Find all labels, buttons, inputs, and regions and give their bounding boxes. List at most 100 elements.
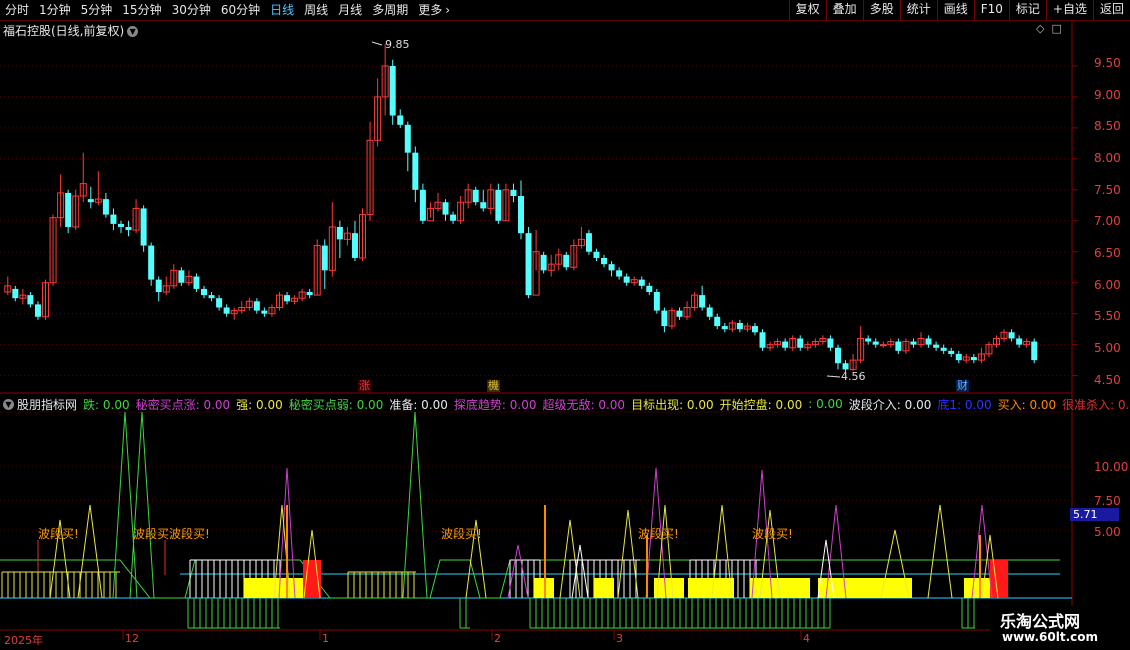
candle-body bbox=[593, 251, 600, 258]
signal-annotation: 波段买! bbox=[638, 527, 679, 541]
indicator-item: 强: 0.00 bbox=[236, 397, 283, 412]
candle-body bbox=[336, 226, 343, 240]
candle-body bbox=[321, 245, 328, 271]
indicator-legend: ▼ 股朋指标网 跌: 0.00 秘密买点涨: 0.00 强: 0.00 秘密买点… bbox=[3, 396, 1130, 412]
price-tick: 4.50 bbox=[1094, 373, 1121, 387]
candle-body bbox=[110, 214, 117, 224]
candle bbox=[774, 338, 782, 348]
candle bbox=[359, 208, 367, 262]
low-marker bbox=[826, 375, 841, 378]
candle bbox=[201, 285, 208, 299]
candle-body bbox=[933, 344, 940, 348]
indicator-name[interactable]: 股朋指标网 bbox=[17, 396, 77, 413]
indicator-item: 目标出现: 0.00 bbox=[631, 397, 714, 412]
candle bbox=[253, 298, 260, 314]
candle bbox=[638, 276, 645, 289]
event-tag-zhang[interactable]: 涨 bbox=[358, 380, 371, 392]
candle bbox=[397, 109, 404, 128]
candle-body bbox=[472, 189, 479, 203]
indicator-tick: 5.00 bbox=[1094, 525, 1121, 539]
candle-body bbox=[87, 199, 94, 203]
candle-body bbox=[699, 295, 706, 308]
candle bbox=[706, 304, 713, 320]
indicator-spike bbox=[129, 411, 155, 599]
candle-body bbox=[510, 189, 517, 197]
diamond-icon[interactable]: ◇ bbox=[1036, 22, 1044, 35]
price-tick: 9.00 bbox=[1094, 88, 1121, 102]
indicator-item: 准备: 0.00 bbox=[389, 397, 448, 412]
current-value-badge: 5.71 bbox=[1070, 508, 1119, 521]
candle-body bbox=[872, 341, 879, 345]
date-tick: 2 bbox=[494, 632, 501, 645]
candle-body bbox=[563, 254, 570, 268]
candle-body bbox=[759, 332, 766, 348]
event-tag-ji[interactable]: 機 bbox=[487, 380, 500, 392]
candle bbox=[502, 183, 510, 222]
candle-body bbox=[412, 152, 419, 190]
candle-body bbox=[253, 301, 260, 311]
candle-body bbox=[827, 338, 834, 348]
watermark-title: 乐淘公式网 bbox=[1000, 612, 1081, 631]
candle bbox=[94, 171, 102, 206]
candle-body bbox=[12, 288, 19, 299]
event-tag-cai[interactable]: 财 bbox=[956, 380, 969, 392]
candle bbox=[683, 301, 691, 320]
high-marker bbox=[371, 41, 383, 46]
chevron-down-icon[interactable]: ▼ bbox=[3, 398, 14, 410]
candle-body bbox=[404, 124, 411, 153]
indicator-item: 买入: 0.00 bbox=[997, 397, 1057, 412]
candle bbox=[925, 335, 932, 348]
indicator-spike bbox=[112, 411, 138, 599]
candle bbox=[140, 205, 147, 252]
candle bbox=[178, 267, 185, 286]
candle-body bbox=[661, 310, 668, 327]
indicator-item: 探底趋势: 0.00 bbox=[453, 397, 537, 412]
candle-body bbox=[940, 347, 947, 351]
candle bbox=[42, 279, 50, 320]
stock-title: 福石控股(日线,前复权) bbox=[3, 24, 125, 38]
candle bbox=[412, 146, 419, 203]
candle bbox=[782, 338, 789, 351]
expand-icon[interactable]: □ bbox=[1051, 22, 1061, 35]
candle bbox=[630, 276, 638, 286]
candle bbox=[608, 261, 615, 277]
candle bbox=[65, 189, 72, 234]
candle bbox=[865, 335, 872, 345]
candle bbox=[834, 344, 841, 370]
candle bbox=[321, 239, 328, 289]
candle bbox=[426, 202, 434, 222]
candle bbox=[27, 292, 34, 308]
candle-body bbox=[1031, 341, 1038, 361]
candle bbox=[1016, 335, 1023, 348]
candle bbox=[34, 301, 41, 320]
chart-title[interactable]: 福石控股(日线,前复权) ▼ bbox=[3, 22, 139, 39]
candle-body bbox=[306, 292, 313, 296]
candle-body bbox=[27, 295, 34, 305]
candle bbox=[434, 192, 442, 212]
candle-body bbox=[751, 326, 758, 333]
candle-body bbox=[623, 276, 630, 283]
candle bbox=[284, 292, 291, 305]
candle bbox=[245, 298, 253, 311]
candle-body bbox=[721, 326, 728, 330]
candle-body bbox=[879, 344, 887, 347]
candle bbox=[510, 183, 517, 203]
candle bbox=[1031, 338, 1038, 364]
candle-body bbox=[148, 245, 155, 280]
candle-body bbox=[653, 292, 660, 311]
candle-body bbox=[450, 214, 457, 221]
candle bbox=[933, 341, 940, 351]
price-tick: 7.00 bbox=[1094, 214, 1121, 228]
candlestick-series bbox=[4, 41, 1038, 378]
candle-body bbox=[208, 295, 215, 299]
candle bbox=[857, 326, 865, 364]
candle bbox=[102, 192, 109, 218]
chevron-down-icon[interactable]: ▼ bbox=[127, 26, 139, 37]
candle bbox=[917, 332, 925, 348]
chart-canvas[interactable] bbox=[0, 0, 1130, 650]
candle bbox=[879, 341, 887, 348]
candle-body bbox=[155, 279, 162, 293]
candle bbox=[532, 230, 540, 296]
candle-body bbox=[284, 295, 291, 302]
indicator-item: 开始控盘: 0.00 bbox=[719, 397, 803, 412]
